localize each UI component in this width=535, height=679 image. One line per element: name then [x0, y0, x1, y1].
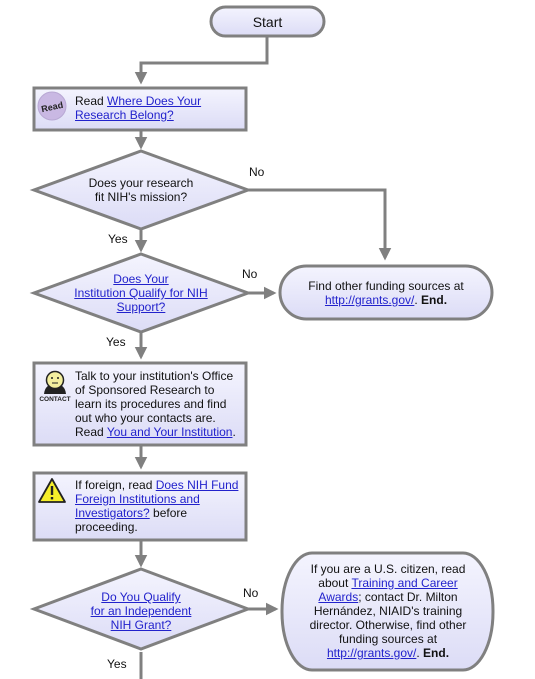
end-other-funding-text: Find other funding sources at http://gra…	[285, 279, 487, 307]
contact-step-text: Talk to your institution's Office of Spo…	[75, 369, 243, 439]
contact-icon-text: CONTACT	[39, 396, 70, 403]
foreign-step-text: If foreign, read Does NIH Fund Foreign I…	[75, 478, 243, 534]
decision-independent-text: Do You Qualify for an Independent NIH Gr…	[70, 590, 212, 632]
do-you-qualify-link-line2[interactable]: for an Independent	[70, 604, 212, 618]
decision-independent-yes-label: Yes	[107, 657, 127, 671]
foreign-step-prefix: If foreign, read	[75, 478, 156, 492]
grants-gov-link[interactable]: http://grants.gov/	[325, 293, 414, 307]
decision-mission-no-label: No	[249, 165, 265, 179]
decision-independent-no-label: No	[243, 586, 259, 600]
grants-gov-link-2[interactable]: http://grants.gov/	[327, 646, 416, 660]
end-label: End.	[421, 293, 448, 307]
connector-start-to-read	[134, 36, 269, 85]
do-you-qualify-link-line3[interactable]: NIH Grant?	[70, 618, 212, 632]
decision-mission-line1: Does your research	[88, 176, 194, 190]
connector-mission-no	[248, 188, 392, 261]
end-label-2: End.	[423, 646, 450, 660]
does-your-institution-qualify-link-line2[interactable]: Institution Qualify for NIH	[60, 286, 222, 300]
decision-mission-yes-label: Yes	[108, 232, 128, 246]
read-icon: Read	[37, 91, 67, 121]
decision-mission-text: Does your research fit NIH's mission?	[70, 176, 212, 204]
does-your-institution-qualify-link-line1[interactable]: Does Your	[60, 272, 222, 286]
end-training-text: If you are a U.S. citizen, read about Tr…	[302, 562, 474, 660]
do-you-qualify-link-line1[interactable]: Do You Qualify	[70, 590, 212, 604]
decision-mission-line2: fit NIH's mission?	[94, 190, 188, 204]
does-your-institution-qualify-link-line3[interactable]: Support?	[60, 300, 222, 314]
decision-institution-no-label: No	[242, 267, 258, 281]
decision-institution-yes-label: Yes	[106, 335, 126, 349]
you-and-your-institution-link[interactable]: You and Your Institution	[107, 425, 233, 439]
decision-institution-text: Does Your Institution Qualify for NIH Su…	[60, 272, 222, 314]
start-label: Start	[252, 14, 283, 30]
end-other-funding-line1: Find other funding sources at	[308, 279, 464, 293]
contact-step-punct: .	[232, 425, 236, 439]
read-step-prefix: Read	[75, 94, 108, 108]
read-step-text: Read Where Does Your Research Belong?	[75, 94, 240, 122]
